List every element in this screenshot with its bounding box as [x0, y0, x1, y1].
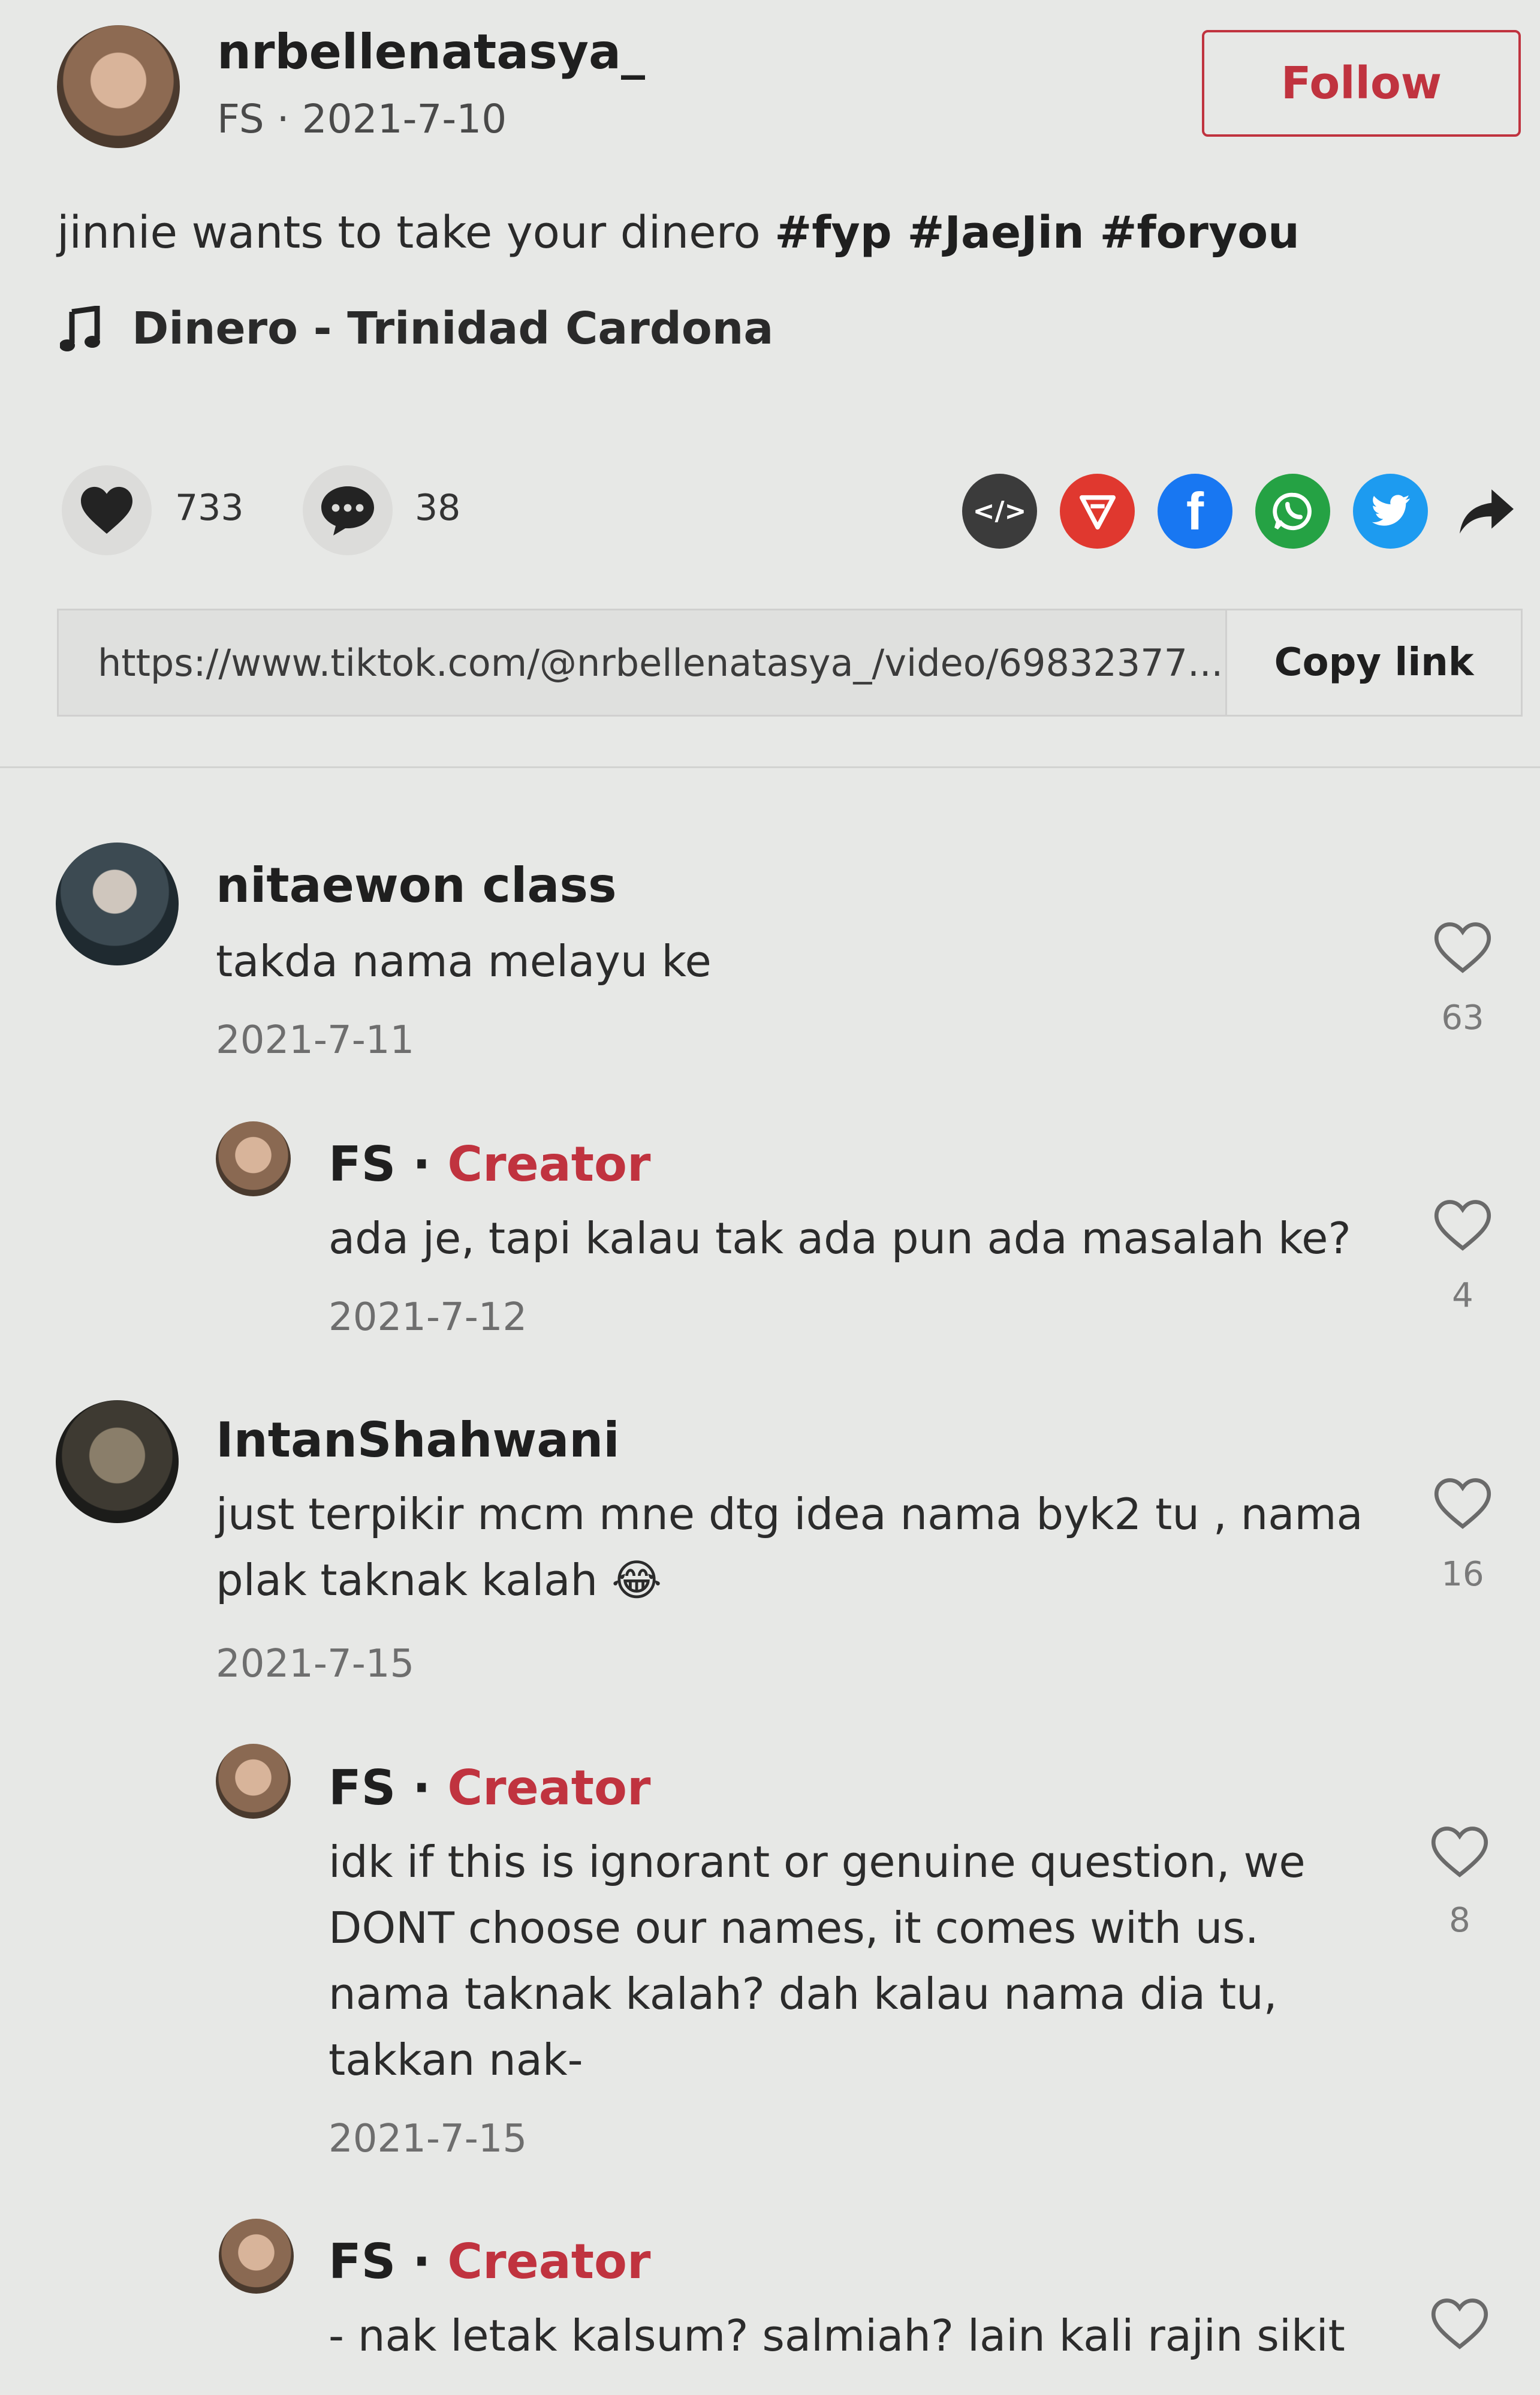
heart-outline-icon[interactable]	[1430, 2297, 1490, 2352]
caption-hashtags[interactable]: #fyp #JaeJin #foryou	[774, 207, 1299, 258]
share-link-url[interactable]: https://www.tiktok.com/@nrbellenatasya_/…	[59, 610, 1225, 715]
follow-button[interactable]: Follow	[1202, 30, 1521, 137]
comment-date: 2021-7-11	[216, 1018, 415, 1063]
share-link-box: https://www.tiktok.com/@nrbellenatasya_/…	[57, 609, 1523, 717]
reply-avatar[interactable]	[219, 2219, 294, 2294]
reply-username: FS · Creator	[329, 1760, 650, 1816]
comment-count: 38	[415, 487, 461, 529]
send-icon[interactable]	[1060, 474, 1135, 549]
comment-avatar[interactable]	[56, 843, 179, 965]
reply-author[interactable]: FS	[329, 2234, 396, 2289]
reply-text-line: nama taknak kalah? dah kalau nama dia tu…	[329, 1969, 1277, 2019]
music-title[interactable]: Dinero - Trinidad Cardona	[132, 303, 773, 354]
whatsapp-icon[interactable]	[1255, 474, 1330, 549]
comment-date: 2021-7-15	[216, 1642, 415, 1686]
reply-text-line: takkan nak-	[329, 2035, 583, 2085]
comment-text-line: plak taknak kalah 😂	[216, 1555, 662, 1605]
comment-like-count: 63	[1441, 998, 1484, 1037]
like-button[interactable]	[62, 465, 152, 555]
author-avatar[interactable]	[57, 25, 180, 148]
like-count: 733	[175, 487, 244, 529]
reply-date: 2021-7-15	[329, 2117, 528, 2161]
post-meta: FS · 2021-7-10	[217, 96, 507, 142]
post-caption: jinnie wants to take your dinero #fyp #J…	[57, 207, 1300, 258]
heart-outline-icon[interactable]	[1433, 920, 1493, 976]
reply-avatar[interactable]	[216, 1121, 291, 1196]
reply-date: 2021-7-12	[329, 1295, 528, 1340]
creator-badge: Creator	[447, 1136, 651, 1192]
reply-text-line: DONT choose our names, it comes with us.	[329, 1903, 1259, 1953]
reply-author[interactable]: FS	[329, 1760, 396, 1816]
share-arrow-icon[interactable]	[1457, 485, 1517, 538]
reply-separator: ·	[396, 1760, 448, 1816]
copy-link-button[interactable]: Copy link	[1225, 610, 1521, 715]
reply-separator: ·	[396, 1136, 448, 1192]
reply-avatar[interactable]	[216, 1744, 291, 1819]
author-username[interactable]: nrbellenatasya_	[217, 24, 645, 80]
music-note-icon	[59, 305, 102, 354]
embed-icon[interactable]: </>	[962, 474, 1037, 549]
heart-outline-icon[interactable]	[1433, 1476, 1493, 1532]
comment-button[interactable]	[303, 465, 393, 555]
comment-avatar[interactable]	[56, 1400, 179, 1523]
creator-badge: Creator	[447, 2234, 651, 2289]
reply-username: FS · Creator	[329, 1136, 650, 1192]
twitter-icon[interactable]	[1353, 474, 1428, 549]
comment-username[interactable]: IntanShahwani	[216, 1412, 620, 1468]
section-divider	[0, 766, 1540, 768]
comment-text: takda nama melayu ke	[216, 936, 712, 986]
reply-username: FS · Creator	[329, 2234, 650, 2289]
reply-text: - nak letak kalsum? salmiah? lain kali r…	[329, 2310, 1345, 2361]
comment-text-line: just terpikir mcm mne dtg idea nama byk2…	[216, 1489, 1363, 1539]
reply-like-count: 4	[1452, 1276, 1473, 1315]
caption-text: jinnie wants to take your dinero	[57, 207, 775, 258]
reply-text-line: idk if this is ignorant or genuine quest…	[329, 1837, 1306, 1887]
reply-separator: ·	[396, 2234, 448, 2289]
creator-badge: Creator	[447, 1760, 651, 1816]
comment-icon	[321, 486, 374, 535]
facebook-icon[interactable]: f	[1158, 474, 1232, 549]
comment-username[interactable]: nitaewon class	[216, 857, 617, 913]
reply-text: ada je, tapi kalau tak ada pun ada masal…	[329, 1213, 1351, 1263]
comment-like-count: 16	[1441, 1555, 1484, 1594]
heart-outline-icon[interactable]	[1430, 1825, 1490, 1880]
heart-filled-icon	[81, 486, 132, 534]
reply-author[interactable]: FS	[329, 1136, 396, 1192]
reply-like-count: 8	[1449, 1901, 1470, 1940]
heart-outline-icon[interactable]	[1433, 1198, 1493, 1253]
